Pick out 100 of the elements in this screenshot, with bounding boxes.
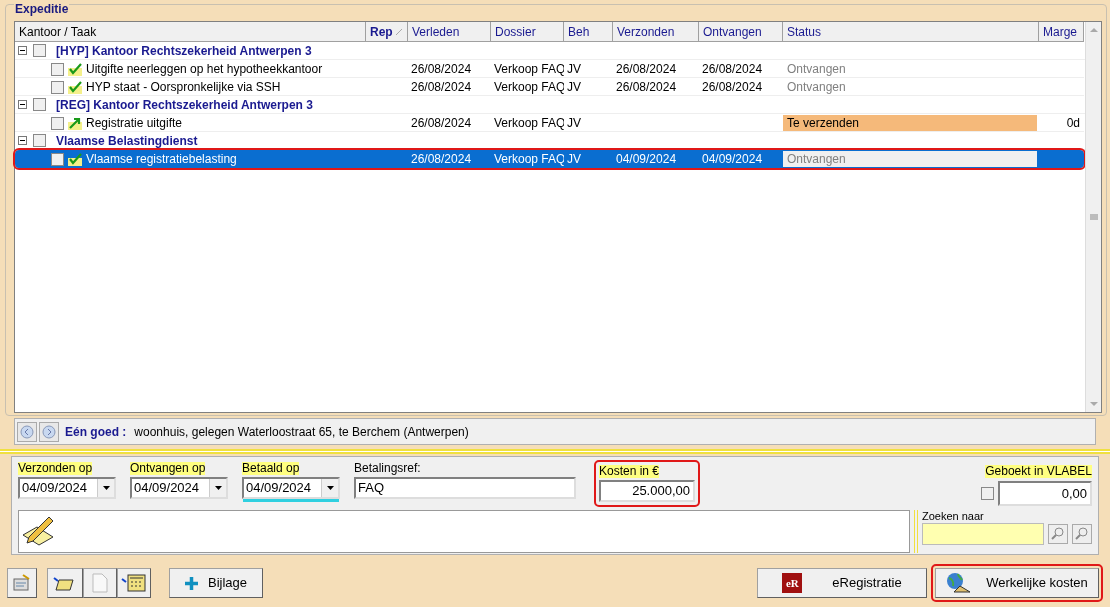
arrow-left-icon: [20, 424, 34, 439]
tree-toggle[interactable]: [18, 100, 27, 109]
task-label: Uitgifte neerleggen op het hypotheekkantoor: [86, 61, 323, 78]
task-label: HYP staat - Oorspronkelijke via SSH: [86, 79, 281, 96]
table-cell: 26/08/2024: [411, 116, 472, 130]
info-label: Eén goed :: [65, 423, 127, 441]
status-cell-text: Ontvangen: [786, 79, 847, 95]
date-field[interactable]: 04/09/2024: [242, 477, 340, 499]
group-title: Expeditie: [14, 2, 70, 16]
column-header[interactable]: Kantoor / Taak: [15, 22, 366, 42]
date-field[interactable]: 04/09/2024: [18, 477, 116, 499]
task-row[interactable]: HYP staat - Oorspronkelijke via SSH 26/08/2024 Verkoop FAQ JV 26/08/2024 26/08/2024 Ontvangen: [15, 78, 1084, 96]
table-cell: 04/09/2024: [616, 152, 677, 166]
grip-icon[interactable]: [1089, 214, 1098, 220]
task-label: Vlaamse registratiebelasting: [86, 151, 237, 168]
status-cell: Ontvangen: [783, 151, 1037, 167]
field-label: Kosten in €: [599, 465, 660, 478]
minus-icon: [20, 102, 25, 107]
table-cell: 26/08/2024: [702, 80, 763, 94]
date-field[interactable]: 04/09/2024: [130, 477, 228, 499]
status-cell: Te verzenden: [783, 115, 1037, 131]
table-cell: 0d: [1066, 116, 1080, 130]
checkbox[interactable]: [51, 116, 64, 130]
search-prev-button[interactable]: [1048, 524, 1068, 544]
task-label: Registratie uitgifte: [86, 115, 183, 132]
column-header[interactable]: Status: [783, 22, 1039, 42]
tree-toggle[interactable]: [18, 46, 27, 55]
properties-button[interactable]: [7, 568, 37, 598]
column-header[interactable]: Marge: [1039, 22, 1084, 42]
nav-left-button[interactable]: [17, 421, 37, 442]
column-header[interactable]: Dossier: [491, 22, 564, 42]
column-header[interactable]: Verleden: [408, 22, 491, 42]
field-label: Verzonden op: [18, 462, 93, 475]
group-label: [HYP] Kantoor Rechtszekerheid Antwerpen 3: [56, 42, 312, 60]
amount-field[interactable]: 0,00: [998, 481, 1092, 506]
table-cell: JV: [567, 152, 581, 166]
table-cell: 26/08/2024: [616, 62, 677, 76]
caret-icon: [214, 486, 222, 490]
text-field[interactable]: FAQ: [354, 477, 576, 499]
column-header[interactable]: Verzonden: [613, 22, 699, 42]
dropdown-button[interactable]: [209, 479, 226, 497]
eregistratie-button[interactable]: eR eRegistratie: [757, 568, 927, 598]
nav-right-button[interactable]: [39, 421, 59, 442]
calculator-icon: [121, 573, 147, 593]
search-icon: [1075, 527, 1089, 541]
dropdown-button[interactable]: [321, 479, 338, 497]
table-cell: JV: [567, 116, 581, 130]
actual-costs-button[interactable]: Werkelijke kosten: [935, 568, 1099, 598]
field-label: Geboekt in VLABEL: [985, 465, 1092, 478]
table-cell: 26/08/2024: [702, 62, 763, 76]
checkbox[interactable]: [51, 62, 64, 76]
search-field[interactable]: [922, 523, 1044, 545]
checkbox[interactable]: [33, 134, 46, 147]
field-label: Ontvangen op: [130, 462, 206, 475]
task-row[interactable]: Vlaamse registratiebelasting 26/08/2024 Verkoop FAQ JV 04/09/2024 04/09/2024 Ontvangen: [15, 150, 1084, 168]
checkbox[interactable]: [33, 44, 46, 57]
task-row[interactable]: Registratie uitgifte 26/08/2024 Verkoop FAQ JV Te verzenden 0d: [15, 114, 1084, 132]
column-header[interactable]: Ontvangen: [699, 22, 783, 42]
group-label: Vlaamse Belastingdienst: [56, 132, 198, 150]
field-label: Betaald op: [242, 462, 300, 475]
sort-icon: [396, 28, 403, 35]
table-cell: 26/08/2024: [616, 80, 677, 94]
table-cell: 26/08/2024: [411, 80, 472, 94]
minus-icon: [20, 48, 25, 53]
field-label: Betalingsref:: [354, 462, 421, 475]
arrow-right-icon: [42, 424, 56, 439]
plus-icon: [185, 576, 198, 590]
minus-icon: [20, 138, 25, 143]
tree-toggle[interactable]: [18, 136, 27, 145]
table-cell: 26/08/2024: [411, 152, 472, 166]
checkbox[interactable]: [51, 80, 64, 94]
scrollbar[interactable]: [1085, 22, 1101, 412]
checkbox[interactable]: [981, 487, 994, 500]
column-header[interactable]: Rep: [366, 22, 408, 42]
caret-icon: [102, 486, 110, 490]
caret-icon: [326, 486, 334, 490]
table-cell: Verkoop FAQ: [494, 116, 564, 130]
column-header[interactable]: Beh: [564, 22, 613, 42]
open-folder-button[interactable]: [47, 568, 83, 598]
search-icon: [1051, 527, 1065, 541]
table-cell: JV: [567, 62, 581, 76]
folder-icon: [53, 574, 77, 592]
checkbox[interactable]: [51, 152, 64, 166]
globe-pen-icon: [946, 572, 973, 594]
search-next-button[interactable]: [1072, 524, 1092, 544]
attachment-button[interactable]: Bijlage: [169, 568, 263, 598]
eregistratie-logo-icon: eR: [782, 573, 803, 593]
document-icon: [92, 573, 108, 593]
table-cell: Verkoop FAQ: [494, 152, 564, 166]
group-label: [REG] Kantoor Rechtszekerheid Antwerpen 3: [56, 96, 313, 114]
field-label: Zoeken naar: [922, 510, 985, 523]
task-row[interactable]: Uitgifte neerleggen op het hypotheekkantoor 26/08/2024 Verkoop FAQ JV 26/08/2024 26/08/2024 Ontvangen: [15, 60, 1084, 78]
table-cell: Verkoop FAQ: [494, 62, 564, 76]
amount-field[interactable]: 25.000,00: [599, 480, 695, 502]
checkbox[interactable]: [33, 98, 46, 111]
copy-button[interactable]: [83, 568, 117, 598]
import-button[interactable]: [117, 568, 151, 598]
dropdown-button[interactable]: [97, 479, 114, 497]
table-cell: Verkoop FAQ: [494, 80, 564, 94]
notes-field[interactable]: [18, 510, 910, 553]
